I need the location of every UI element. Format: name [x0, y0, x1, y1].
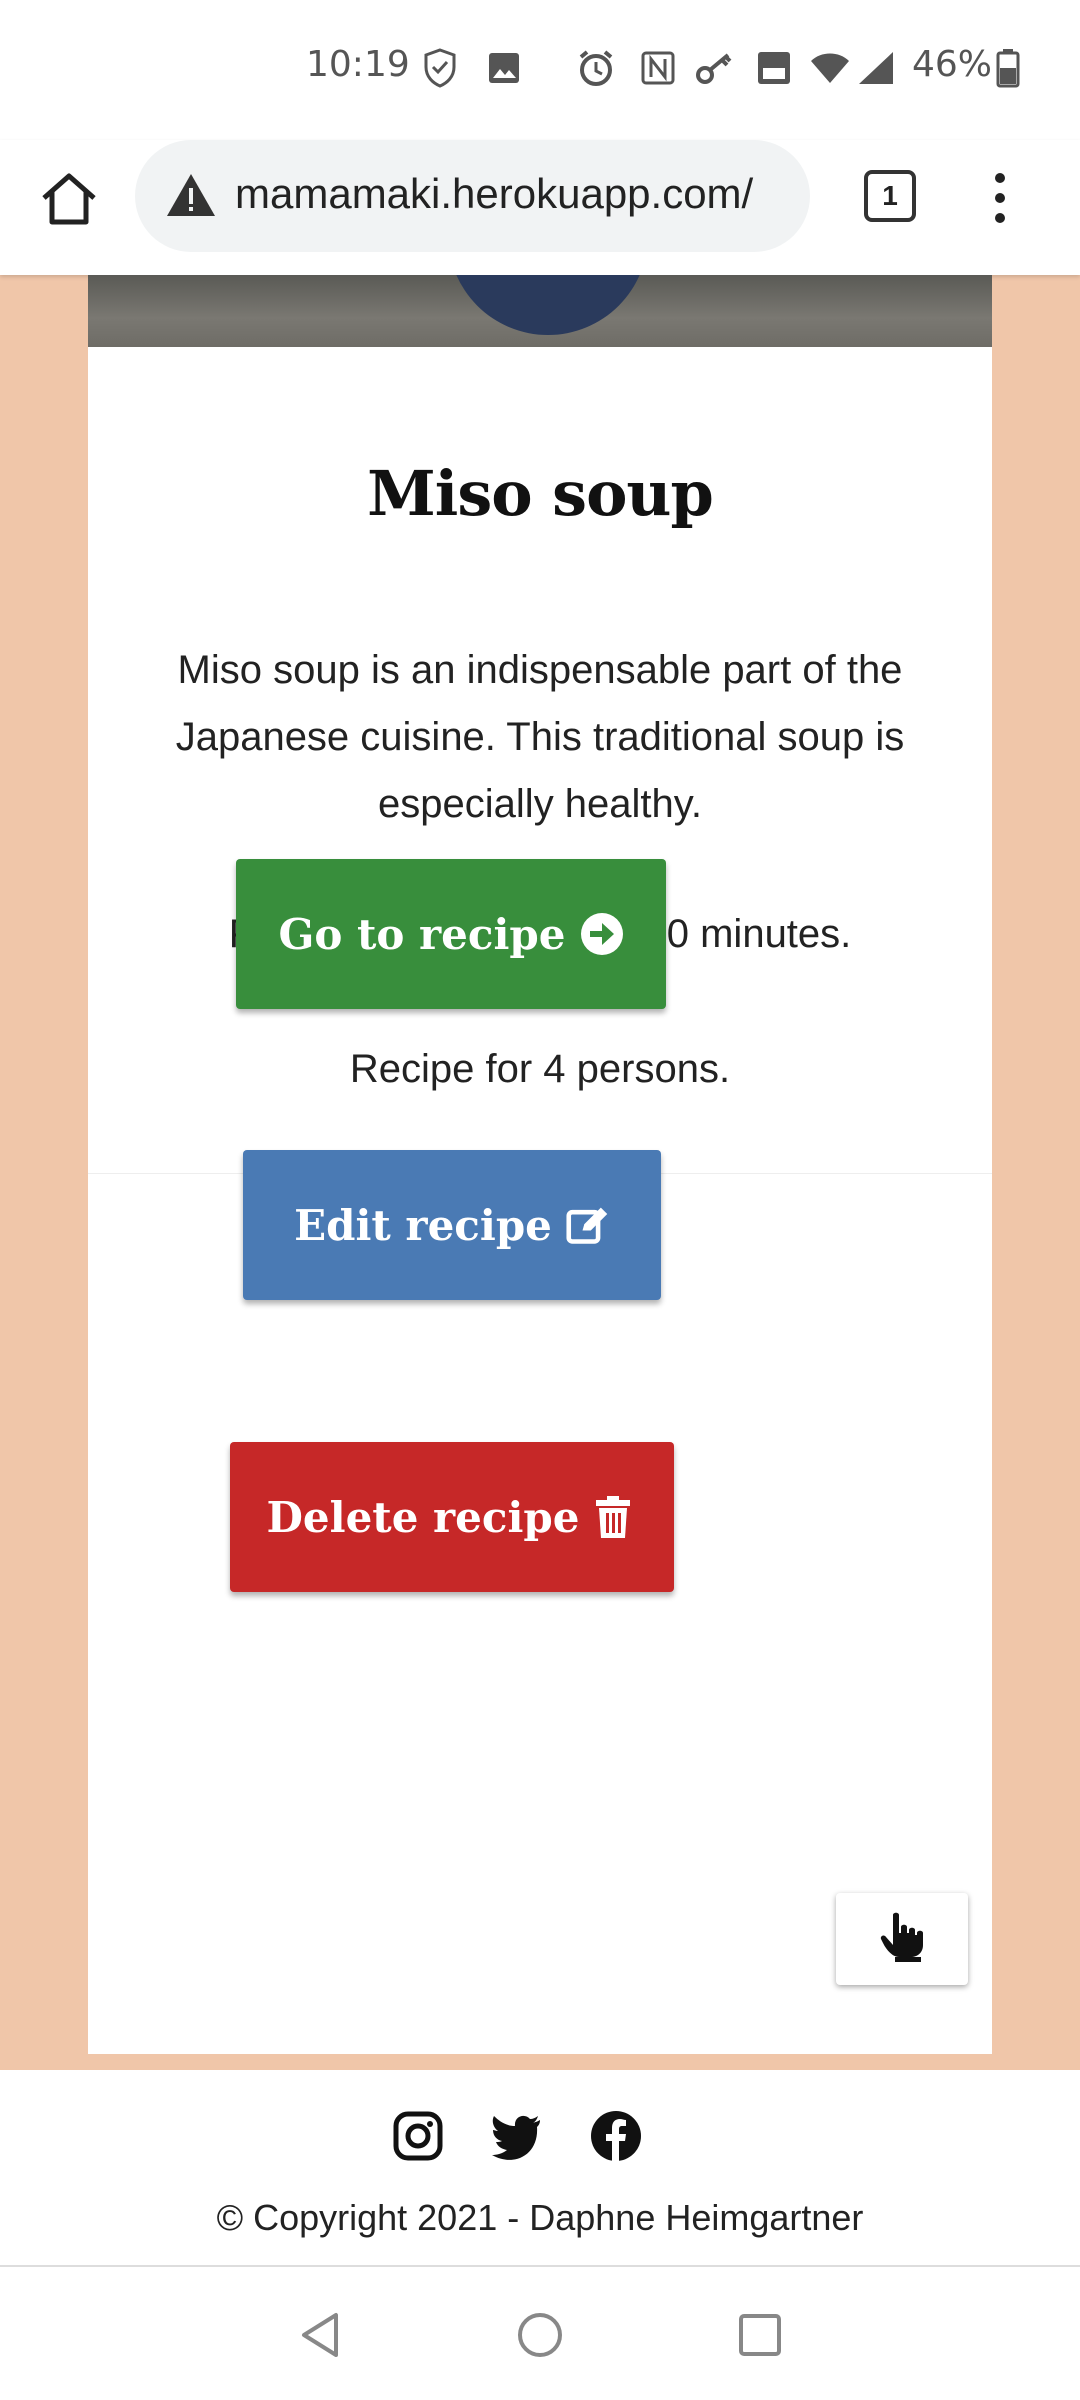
delete-recipe-label: Delete recipe — [266, 1492, 580, 1542]
back-nav-icon[interactable] — [296, 2309, 348, 2361]
battery-percent: 46% — [912, 44, 993, 85]
home-nav-icon[interactable] — [514, 2309, 566, 2361]
delete-recipe-button[interactable]: Delete recipe — [230, 1442, 674, 1592]
url-bar[interactable]: mamamaki.herokuapp.com/ — [135, 140, 810, 252]
recipe-title: Miso soup — [367, 457, 714, 530]
recipe-image — [88, 275, 992, 347]
more-vert-icon[interactable] — [985, 170, 1015, 226]
tab-switcher-button[interactable]: 1 — [864, 170, 916, 222]
recipe-image-bowl — [448, 275, 648, 335]
system-nav-bar — [0, 2265, 1080, 2400]
battery-icon — [994, 48, 1022, 88]
go-to-recipe-label: Go to recipe — [278, 909, 566, 959]
edit-icon — [566, 1203, 610, 1247]
url-text[interactable]: mamamaki.herokuapp.com/ — [235, 170, 753, 218]
warning-icon[interactable] — [165, 170, 217, 222]
status-bar: 10:19 46% — [0, 0, 1080, 140]
status-time: 10:19 — [306, 44, 410, 85]
twitter-icon[interactable] — [490, 2110, 542, 2162]
key-icon — [694, 48, 736, 88]
scroll-to-top-button[interactable] — [836, 1893, 968, 1985]
shield-icon — [420, 48, 460, 88]
edit-recipe-label: Edit recipe — [294, 1200, 552, 1250]
hand-pointer-icon — [879, 1911, 925, 1967]
nfc-icon — [638, 48, 678, 88]
home-icon[interactable] — [36, 166, 102, 232]
image-icon — [484, 48, 524, 88]
facebook-icon[interactable] — [590, 2110, 642, 2162]
edit-recipe-button[interactable]: Edit recipe — [243, 1150, 661, 1300]
copyright-text: © Copyright 2021 - Daphne Heimgartner — [216, 2197, 864, 2238]
arrow-circle-right-icon — [580, 912, 624, 956]
trash-icon — [594, 1495, 638, 1539]
browser-toolbar: mamamaki.herokuapp.com/ 1 — [0, 140, 1080, 275]
wifi-icon — [808, 48, 852, 88]
go-to-recipe-button[interactable]: Go to recipe — [236, 859, 666, 1009]
recipe-description: Miso soup is an indispensable part of th… — [175, 648, 905, 826]
signal-icon — [856, 48, 896, 88]
recents-nav-icon[interactable] — [734, 2309, 786, 2361]
volte-icon — [754, 48, 794, 88]
instagram-icon[interactable] — [392, 2110, 444, 2162]
footer: © Copyright 2021 - Daphne Heimgartner — [0, 2070, 1080, 2265]
alarm-icon — [576, 48, 616, 88]
recipe-persons: Recipe for 4 persons. — [349, 1047, 731, 1091]
